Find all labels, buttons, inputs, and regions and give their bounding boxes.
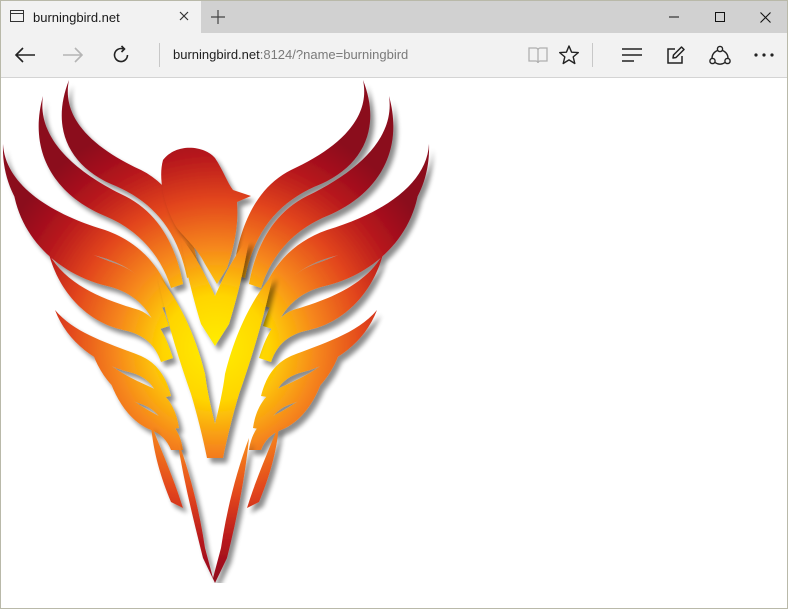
address-separator xyxy=(159,43,160,67)
page-icon xyxy=(10,9,24,22)
address-bar[interactable]: burningbird.net:8124/?name=burningbird xyxy=(173,47,408,62)
maximize-icon[interactable] xyxy=(697,1,743,33)
forward-arrow-icon[interactable] xyxy=(58,40,88,70)
hub-icon[interactable] xyxy=(617,40,647,70)
reading-view-icon[interactable] xyxy=(523,40,553,70)
tab-strip: burningbird.net xyxy=(1,1,787,33)
browser-window: burningbird.net burningbird.net:8124/?na… xyxy=(0,0,788,609)
web-note-icon[interactable] xyxy=(661,40,691,70)
new-tab-icon[interactable] xyxy=(207,6,229,28)
address-host: burningbird.net xyxy=(173,47,260,62)
back-arrow-icon[interactable] xyxy=(10,40,40,70)
phoenix-right-wing xyxy=(233,80,430,450)
minimize-icon[interactable] xyxy=(651,1,697,33)
close-tab-icon[interactable] xyxy=(175,6,193,26)
star-icon[interactable] xyxy=(554,40,584,70)
page-content xyxy=(1,78,787,608)
close-window-icon[interactable] xyxy=(742,1,787,33)
share-icon[interactable] xyxy=(705,40,735,70)
tab-title: burningbird.net xyxy=(33,10,120,25)
address-path: :8124/?name=burningbird xyxy=(259,47,409,62)
tab-burningbird[interactable]: burningbird.net xyxy=(1,1,201,33)
navigation-bar: burningbird.net:8124/?name=burningbird xyxy=(1,33,787,78)
more-icon[interactable] xyxy=(749,40,779,70)
toolbar-separator xyxy=(592,43,593,67)
phoenix-left-wing xyxy=(2,80,199,450)
phoenix-image xyxy=(2,80,430,583)
refresh-icon[interactable] xyxy=(106,40,136,70)
